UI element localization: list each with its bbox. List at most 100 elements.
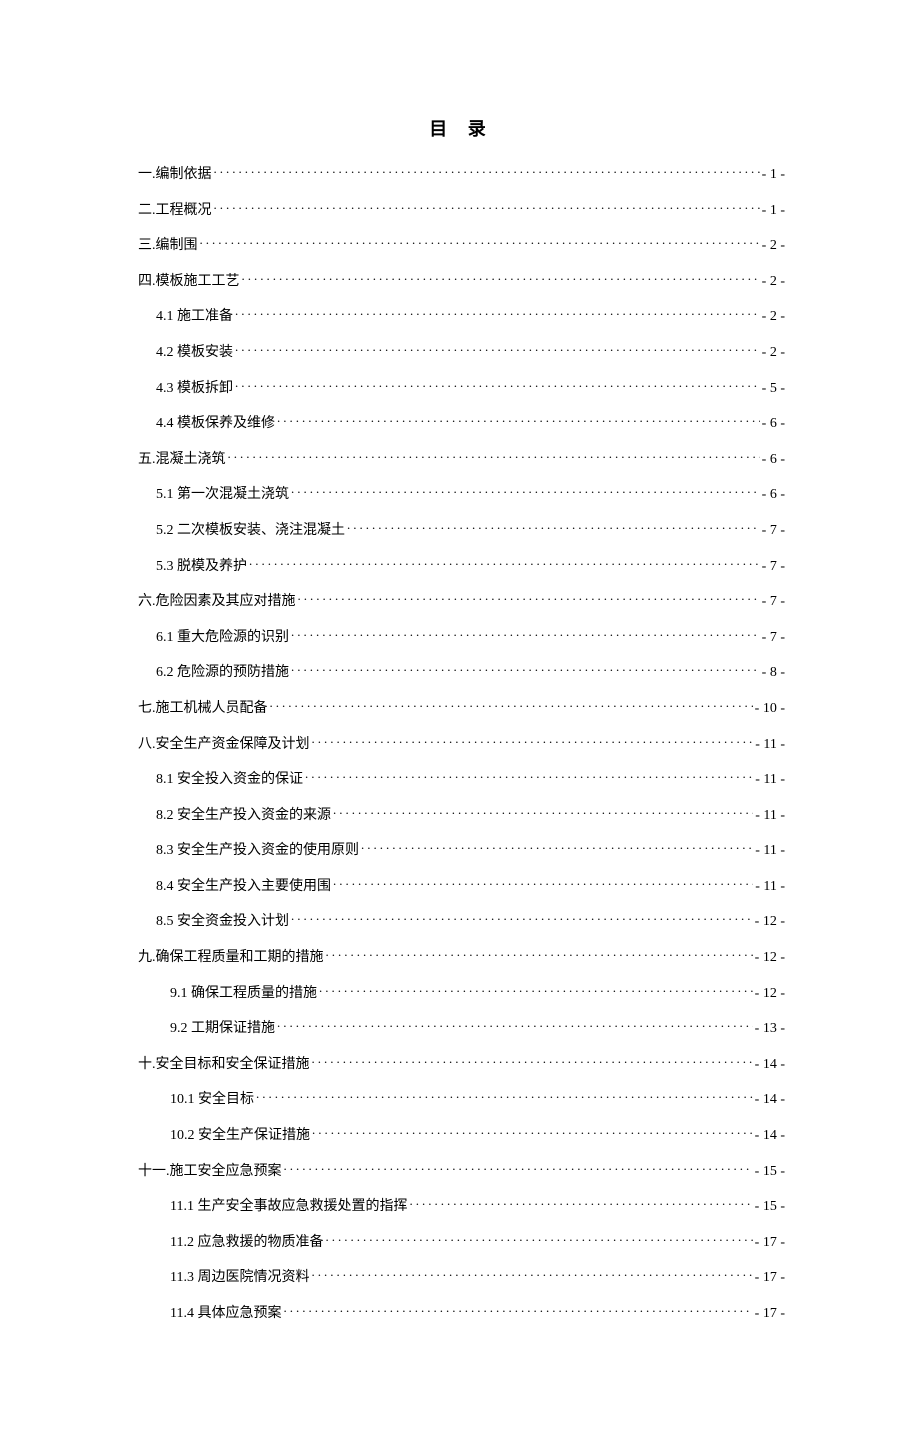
- toc-leader-dots: [291, 662, 760, 676]
- toc-entry-label: 六.危险因素及其应对措施: [138, 590, 296, 610]
- toc-entry-label: 11.4 具体应急预案: [170, 1302, 281, 1322]
- toc-entry[interactable]: 二.工程概况- 1 -: [138, 199, 785, 219]
- toc-leader-dots: [325, 1232, 752, 1246]
- toc-entry-label: 8.4 安全生产投入主要使用围: [156, 875, 331, 895]
- toc-entry-label: 四.模板施工工艺: [138, 270, 240, 290]
- toc-entry[interactable]: 三.编制围- 2 -: [138, 234, 785, 254]
- toc-entry[interactable]: 一.编制依据- 1 -: [138, 163, 785, 183]
- toc-entry-label: 9.1 确保工程质量的措施: [170, 982, 317, 1002]
- toc-title: 目 录: [138, 115, 785, 141]
- toc-entry[interactable]: 9.1 确保工程质量的措施 - 12 -: [138, 982, 785, 1002]
- toc-entry-page: - 10 -: [755, 701, 785, 717]
- toc-entry[interactable]: 11.4 具体应急预案- 17 -: [138, 1302, 785, 1322]
- toc-entry[interactable]: 四.模板施工工艺- 2 -: [138, 270, 785, 290]
- toc-entry[interactable]: 十一.施工安全应急预案- 15 -: [138, 1160, 785, 1180]
- toc-entry-page: - 12 -: [755, 914, 785, 930]
- toc-entry[interactable]: 8.1 安全投入资金的保证- 11 -: [138, 768, 785, 788]
- toc-leader-dots: [312, 1125, 753, 1139]
- toc-entry[interactable]: 11.1 生产安全事故应急救援处置的指挥- 15 -: [138, 1195, 785, 1215]
- toc-entry-page: - 5 -: [762, 381, 785, 397]
- toc-entry-page: - 12 -: [755, 986, 785, 1002]
- toc-leader-dots: [242, 271, 760, 285]
- toc-leader-dots: [333, 805, 753, 819]
- toc-entry-label: 11.1 生产安全事故应急救援处置的指挥: [170, 1195, 407, 1215]
- toc-leader-dots: [235, 342, 760, 356]
- toc-entry[interactable]: 9.2 工期保证措施- 13 -: [138, 1017, 785, 1037]
- toc-entry-page: - 7 -: [762, 559, 785, 575]
- toc-leader-dots: [291, 911, 753, 925]
- toc-leader-dots: [361, 840, 753, 854]
- toc-leader-dots: [277, 413, 760, 427]
- toc-entry[interactable]: 10.1 安全目标- 14 -: [138, 1088, 785, 1108]
- toc-leader-dots: [284, 1161, 753, 1175]
- toc-entry[interactable]: 七.施工机械人员配备 - 10 -: [138, 697, 785, 717]
- toc-entry-page: - 8 -: [762, 665, 785, 681]
- toc-entry[interactable]: 6.1 重大危险源的识别 - 7 -: [138, 626, 785, 646]
- toc-leader-dots: [277, 1018, 753, 1032]
- toc-entry[interactable]: 六.危险因素及其应对措施 - 7 -: [138, 590, 785, 610]
- toc-entry-label: 三.编制围: [138, 234, 198, 254]
- toc-entry-label: 5.3 脱模及养护: [156, 555, 247, 575]
- toc-entry-label: 11.3 周边医院情况资料: [170, 1266, 309, 1286]
- toc-entry[interactable]: 5.1 第一次混凝土浇筑- 6 -: [138, 483, 785, 503]
- toc-leader-dots: [283, 1303, 752, 1317]
- toc-entry[interactable]: 4.3 模板拆卸- 5 -: [138, 377, 785, 397]
- toc-leader-dots: [249, 556, 760, 570]
- toc-entry-page: - 13 -: [755, 1021, 785, 1037]
- toc-leader-dots: [235, 306, 760, 320]
- toc-entry-label: 6.1 重大危险源的识别: [156, 626, 289, 646]
- toc-entry[interactable]: 4.4 模板保养及维修- 6 -: [138, 412, 785, 432]
- toc-leader-dots: [235, 378, 760, 392]
- toc-entry[interactable]: 8.3 安全生产投入资金的使用原则- 11 -: [138, 839, 785, 859]
- toc-entry-page: - 14 -: [755, 1092, 785, 1108]
- toc-entry-page: - 2 -: [762, 309, 785, 325]
- toc-entry[interactable]: 8.4 安全生产投入主要使用围 - 11 -: [138, 875, 785, 895]
- toc-entry-label: 8.2 安全生产投入资金的来源: [156, 804, 331, 824]
- toc-entry[interactable]: 5.2 二次模板安装、浇注混凝土- 7 -: [138, 519, 785, 539]
- toc-entry[interactable]: 5.3 脱模及养护 - 7 -: [138, 555, 785, 575]
- toc-entry-label: 8.3 安全生产投入资金的使用原则: [156, 839, 359, 859]
- toc-entry-label: 二.工程概况: [138, 199, 212, 219]
- toc-entry-label: 七.施工机械人员配备: [138, 697, 268, 717]
- toc-entry-page: - 11 -: [755, 737, 785, 753]
- toc-leader-dots: [347, 520, 760, 534]
- toc-entry-page: - 6 -: [762, 452, 785, 468]
- toc-entry-label: 八.安全生产资金保障及计划: [138, 733, 310, 753]
- toc-entry[interactable]: 8.5 安全资金投入计划 - 12 -: [138, 910, 785, 930]
- toc-entry-page: - 11 -: [755, 879, 785, 895]
- toc-entry-label: 11.2 应急救援的物质准备: [170, 1231, 323, 1251]
- toc-entry[interactable]: 10.2 安全生产保证措施- 14 -: [138, 1124, 785, 1144]
- toc-entry[interactable]: 八.安全生产资金保障及计划 - 11 -: [138, 733, 785, 753]
- document-page: 目 录 一.编制依据- 1 -二.工程概况- 1 -三.编制围- 2 -四.模板…: [0, 0, 920, 1438]
- toc-leader-dots: [312, 1054, 753, 1068]
- toc-leader-dots: [305, 769, 753, 783]
- toc-leader-dots: [291, 484, 760, 498]
- toc-entry[interactable]: 6.2 危险源的预防措施- 8 -: [138, 661, 785, 681]
- toc-leader-dots: [270, 698, 753, 712]
- toc-entry[interactable]: 4.2 模板安装- 2 -: [138, 341, 785, 361]
- toc-entry[interactable]: 4.1 施工准备- 2 -: [138, 305, 785, 325]
- toc-leader-dots: [311, 1267, 752, 1281]
- toc-entry-label: 4.2 模板安装: [156, 341, 233, 361]
- toc-entry[interactable]: 五.混凝土浇筑 - 6 -: [138, 448, 785, 468]
- toc-entry[interactable]: 十.安全目标和安全保证措施- 14 -: [138, 1053, 785, 1073]
- toc-entry-label: 10.2 安全生产保证措施: [170, 1124, 310, 1144]
- toc-entry-page: - 7 -: [762, 594, 785, 610]
- toc-leader-dots: [256, 1089, 753, 1103]
- toc-entry-label: 5.2 二次模板安装、浇注混凝土: [156, 519, 345, 539]
- toc-entry[interactable]: 九.确保工程质量和工期的措施- 12 -: [138, 946, 785, 966]
- toc-entry-page: - 11 -: [755, 772, 785, 788]
- toc-leader-dots: [326, 947, 753, 961]
- toc-entry-label: 8.5 安全资金投入计划: [156, 910, 289, 930]
- toc-entry-label: 五.混凝土浇筑: [138, 448, 226, 468]
- toc-leader-dots: [312, 734, 754, 748]
- toc-entry[interactable]: 11.2 应急救援的物质准备 - 17 -: [138, 1231, 785, 1251]
- toc-entry-page: - 17 -: [755, 1235, 785, 1251]
- toc-leader-dots: [333, 876, 753, 890]
- toc-entry[interactable]: 8.2 安全生产投入资金的来源- 11 -: [138, 804, 785, 824]
- toc-leader-dots: [298, 591, 760, 605]
- toc-entry[interactable]: 11.3 周边医院情况资料- 17 -: [138, 1266, 785, 1286]
- toc-leader-dots: [291, 627, 760, 641]
- toc-entry-page: - 7 -: [762, 630, 785, 646]
- toc-entry-label: 4.4 模板保养及维修: [156, 412, 275, 432]
